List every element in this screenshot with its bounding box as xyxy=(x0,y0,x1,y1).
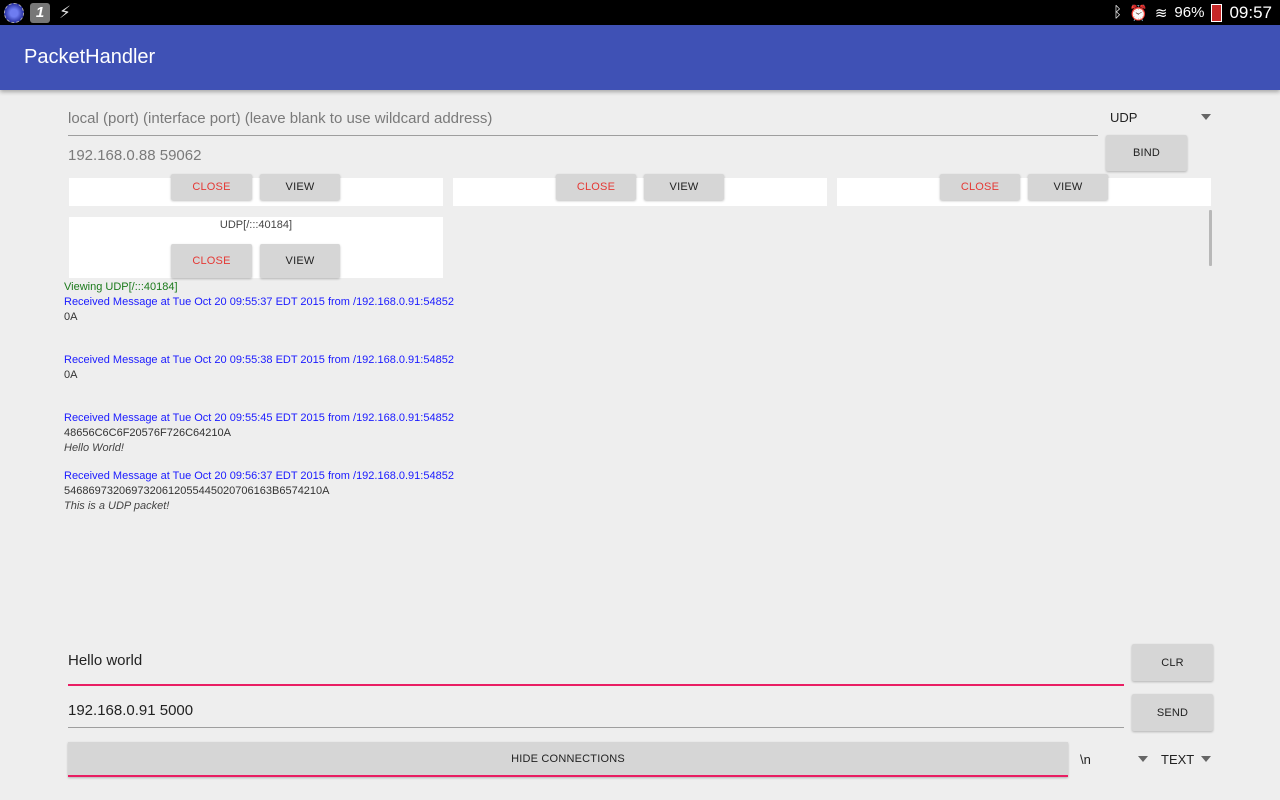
dropdown-arrow-icon xyxy=(1138,756,1148,762)
connection-card: CLOSE VIEW xyxy=(837,174,1211,206)
destination-input[interactable] xyxy=(68,702,1124,719)
log-entry-text: This is a UDP packet! xyxy=(64,500,170,512)
send-button[interactable]: SEND xyxy=(1132,694,1213,731)
close-connection-button[interactable]: CLOSE xyxy=(556,174,636,200)
log-entry-hex: 0A xyxy=(64,369,78,381)
view-connection-button[interactable]: VIEW xyxy=(260,244,340,278)
bluetooth-icon: ᛒ xyxy=(1113,4,1123,21)
remote-address-input[interactable] xyxy=(68,147,1098,164)
wifi-icon: ≋ xyxy=(1154,4,1168,22)
log-entry-hex: 0A xyxy=(64,311,78,323)
hide-connections-button[interactable]: HIDE CONNECTIONS xyxy=(68,742,1068,777)
log-entry: Received Message at Tue Oct 20 09:55:37 … xyxy=(64,295,764,325)
numbered-notification-icon: 1 xyxy=(30,3,50,23)
protocol-spinner[interactable]: UDP xyxy=(1110,110,1214,128)
line-ending-spinner[interactable]: \n xyxy=(1080,752,1150,770)
message-input[interactable] xyxy=(68,652,1124,669)
log-entry: Received Message at Tue Oct 20 09:55:38 … xyxy=(64,353,764,383)
battery-icon xyxy=(1211,3,1223,22)
connection-card: CLOSE VIEW xyxy=(69,174,443,206)
message-log: Viewing UDP[/:::40184] Received Message … xyxy=(64,280,764,514)
message-underline xyxy=(68,684,1124,686)
app-notification-icon xyxy=(4,3,24,23)
app-title: PacketHandler xyxy=(24,46,156,68)
log-entry: Received Message at Tue Oct 20 09:55:45 … xyxy=(64,411,764,456)
local-port-underline xyxy=(68,135,1098,136)
view-connection-button[interactable]: VIEW xyxy=(260,174,340,200)
close-connection-button[interactable]: CLOSE xyxy=(171,244,252,278)
local-port-input[interactable] xyxy=(68,110,1098,127)
app-bar: PacketHandler xyxy=(0,25,1280,90)
flash-icon: ⚡ xyxy=(59,3,71,22)
format-value: TEXT xyxy=(1161,752,1195,767)
destination-underline xyxy=(68,727,1124,728)
message-field[interactable] xyxy=(68,652,1124,686)
dropdown-arrow-icon xyxy=(1201,756,1211,762)
status-bar: 1 ⚡ ᛒ ⏰ ≋ 96% 09:57 xyxy=(0,0,1280,25)
format-spinner[interactable]: TEXT xyxy=(1161,752,1213,770)
battery-percent: 96% xyxy=(1174,4,1205,21)
log-entry-hex: 5468697320697320612055445020706163B65742… xyxy=(64,485,330,497)
log-entry-header: Received Message at Tue Oct 20 09:55:37 … xyxy=(64,296,454,308)
alarm-icon: ⏰ xyxy=(1129,4,1148,22)
log-entry-hex: 48656C6C6F20576F726C64210A xyxy=(64,427,231,439)
view-connection-button[interactable]: VIEW xyxy=(644,174,724,200)
clear-button[interactable]: CLR xyxy=(1132,644,1213,681)
log-entry-header: Received Message at Tue Oct 20 09:56:37 … xyxy=(64,470,454,482)
dropdown-arrow-icon xyxy=(1201,114,1211,120)
protocol-value: UDP xyxy=(1110,110,1138,125)
connection-card: CLOSE VIEW xyxy=(453,174,827,206)
connection-title: UDP[/:::40184] xyxy=(219,219,293,231)
line-ending-value: \n xyxy=(1080,752,1091,767)
log-entry: Received Message at Tue Oct 20 09:56:37 … xyxy=(64,469,764,514)
connections-scrollbar[interactable] xyxy=(1209,210,1212,266)
clock: 09:57 xyxy=(1229,2,1272,22)
bind-button[interactable]: BIND xyxy=(1106,135,1187,171)
viewing-label: Viewing UDP[/:::40184] xyxy=(64,281,178,293)
log-entry-text: Hello World! xyxy=(64,442,124,454)
local-port-field[interactable] xyxy=(68,110,1098,136)
close-connection-button[interactable]: CLOSE xyxy=(940,174,1020,200)
log-entry-header: Received Message at Tue Oct 20 09:55:45 … xyxy=(64,412,454,424)
connection-card: UDP[/:::40184] CLOSE VIEW xyxy=(69,217,443,278)
remote-address-field[interactable] xyxy=(68,147,1098,169)
destination-field[interactable] xyxy=(68,702,1124,728)
view-connection-button[interactable]: VIEW xyxy=(1028,174,1108,200)
close-connection-button[interactable]: CLOSE xyxy=(171,174,252,200)
log-entry-header: Received Message at Tue Oct 20 09:55:38 … xyxy=(64,354,454,366)
